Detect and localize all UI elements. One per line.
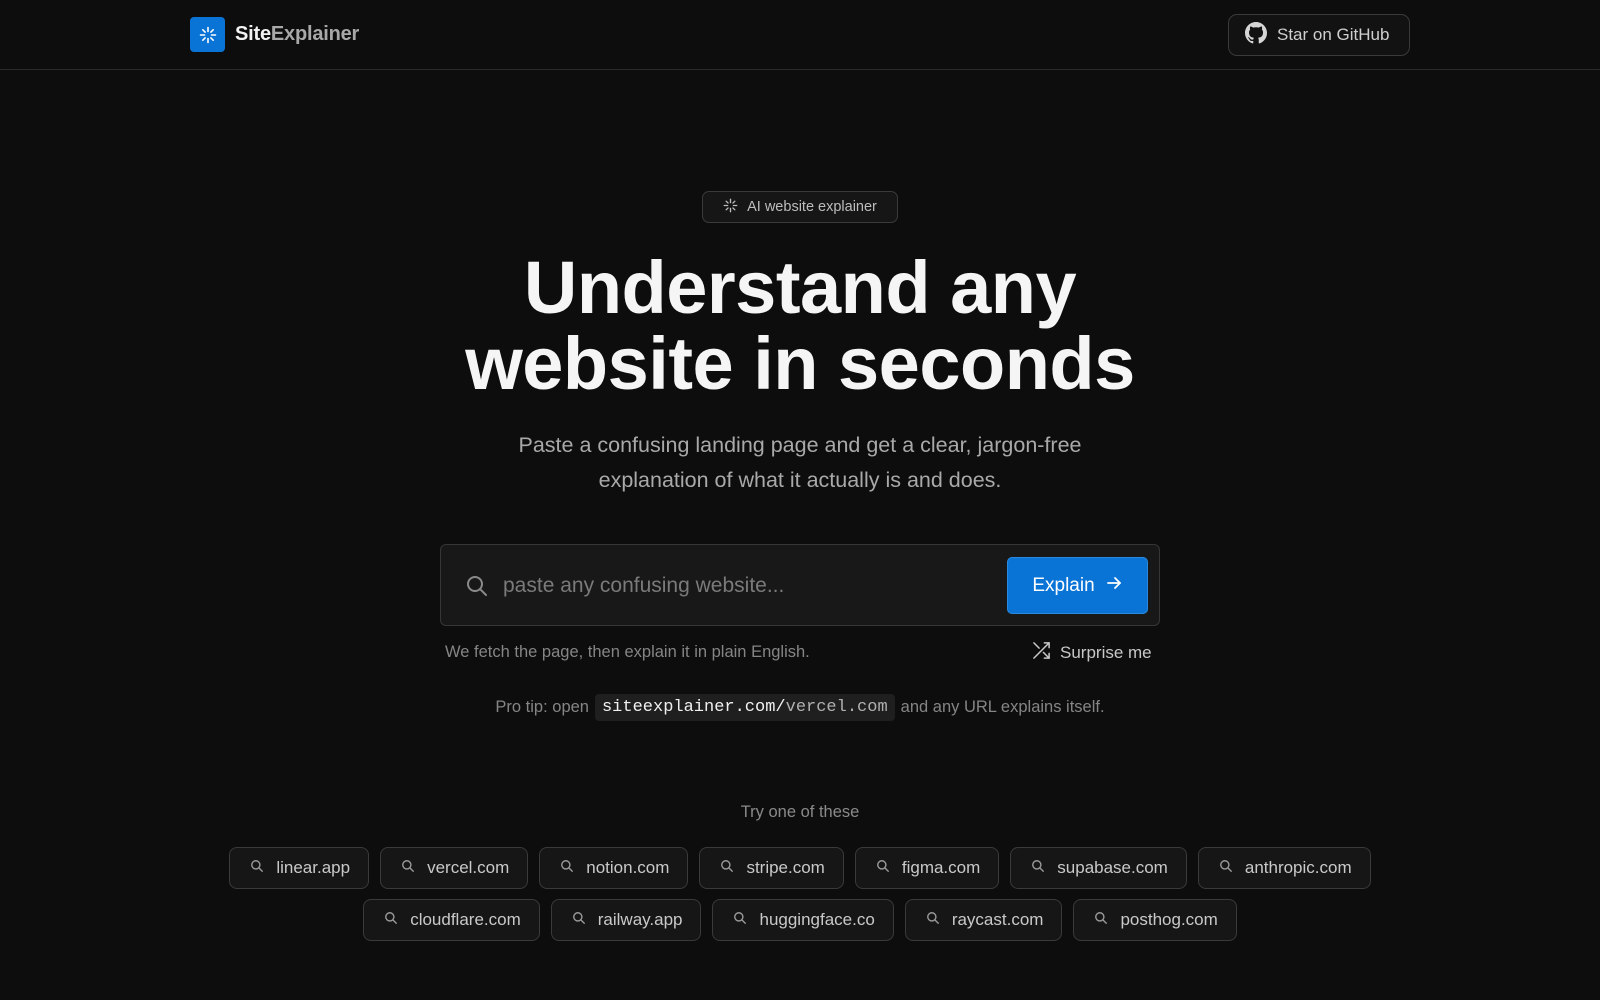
suggestion-chip-label: vercel.com [427, 858, 510, 877]
pro-tip-code-domain: siteexplainer.com/ [601, 698, 786, 717]
search-icon [250, 858, 264, 878]
hero-headline: Understand any website in seconds [300, 250, 1300, 402]
suggestions-label: Try one of these [740, 803, 860, 821]
suggestion-chip-label: cloudflare.com [410, 910, 521, 929]
explain-button[interactable]: Explain [1007, 557, 1148, 614]
search-icon [1219, 858, 1233, 878]
pro-tip-prefix: Pro tip: open [495, 698, 589, 716]
brand-name-site: Site [235, 23, 271, 45]
suggestion-chip[interactable]: supabase.com [1010, 847, 1187, 889]
suggestion-chip-label: figma.com [901, 858, 981, 877]
suggestion-chip[interactable]: railway.app [550, 899, 702, 941]
ai-badge: AI website explainer [702, 191, 898, 223]
suggestion-chip[interactable]: linear.app [229, 847, 370, 889]
hero-subhead-line2: explanation of what it actually is and d… [598, 468, 1002, 492]
star-on-github-button[interactable]: Star on GitHub [1228, 14, 1410, 56]
suggestion-chip[interactable]: stripe.com [699, 847, 844, 889]
search-box: Explain [440, 544, 1160, 626]
suggestion-chip-label: anthropic.com [1244, 858, 1352, 877]
top-nav: SiteExplainer Star on GitHub [0, 0, 1600, 70]
search-icon [720, 858, 734, 878]
suggestion-row-2: cloudflare.com railway.app huggingface.c… [0, 899, 1600, 941]
github-icon [1245, 21, 1267, 49]
suggestion-chip-label: supabase.com [1057, 858, 1168, 877]
suggestion-chip-label: posthog.com [1120, 910, 1218, 929]
suggestion-chip-label: linear.app [276, 858, 351, 877]
suggestion-chip[interactable]: raycast.com [904, 899, 1063, 941]
suggestion-chip[interactable]: vercel.com [380, 847, 529, 889]
search-icon [926, 910, 940, 930]
search-icon [1094, 910, 1108, 930]
search-icon [560, 858, 574, 878]
pro-tip-suffix: and any URL explains itself. [900, 698, 1105, 716]
suggestion-row-1: linear.app vercel.com notion.com stripe.… [0, 847, 1600, 889]
suggestion-chip-label: railway.app [597, 910, 683, 929]
search-icon [876, 858, 890, 878]
suggestion-chip[interactable]: posthog.com [1073, 899, 1237, 941]
suggestion-chip-label: huggingface.co [759, 910, 875, 929]
search-icon [733, 910, 747, 930]
pro-tip: Pro tip: open siteexplainer.com/vercel.c… [0, 694, 1600, 721]
hero-headline-line2: website in seconds [465, 322, 1135, 405]
explain-button-label: Explain [1032, 574, 1095, 596]
surprise-me-label: Surprise me [1060, 643, 1152, 662]
hero-subhead: Paste a confusing landing page and get a… [460, 428, 1140, 498]
search-icon [465, 574, 489, 598]
suggestion-chip[interactable]: huggingface.co [712, 899, 894, 941]
arrow-right-icon [1105, 574, 1123, 598]
ai-badge-label: AI website explainer [747, 199, 877, 215]
brand-name-explainer: Explainer [270, 23, 360, 45]
suggestion-chip[interactable]: notion.com [539, 847, 689, 889]
hero-subhead-line1: Paste a confusing landing page and get a… [518, 433, 1082, 457]
url-input[interactable] [503, 565, 973, 607]
github-button-label: Star on GitHub [1277, 25, 1390, 44]
pro-tip-code: siteexplainer.com/vercel.com [594, 694, 895, 721]
search-icon [401, 858, 415, 878]
suggestion-chip[interactable]: anthropic.com [1197, 847, 1371, 889]
sparkle-icon [723, 198, 738, 217]
suggestion-chip-label: notion.com [586, 858, 670, 877]
search-icon [572, 910, 586, 930]
search-icon [1031, 858, 1045, 878]
brand-logo-link[interactable]: SiteExplainer [190, 17, 359, 52]
suggestion-chip-label: raycast.com [951, 910, 1044, 929]
search-hint: We fetch the page, then explain it in pl… [445, 643, 810, 661]
surprise-me-button[interactable]: Surprise me [1032, 641, 1152, 665]
shuffle-icon [1032, 641, 1051, 665]
pro-tip-code-path: vercel.com [785, 698, 888, 717]
suggestion-chip[interactable]: figma.com [854, 847, 1000, 889]
suggestion-chip-label: stripe.com [746, 858, 825, 877]
hero-headline-line1: Understand any [523, 246, 1077, 329]
search-icon [384, 910, 398, 930]
brand-name: SiteExplainer [235, 23, 359, 46]
sparkle-icon [190, 17, 225, 52]
suggestion-chip[interactable]: cloudflare.com [363, 899, 540, 941]
